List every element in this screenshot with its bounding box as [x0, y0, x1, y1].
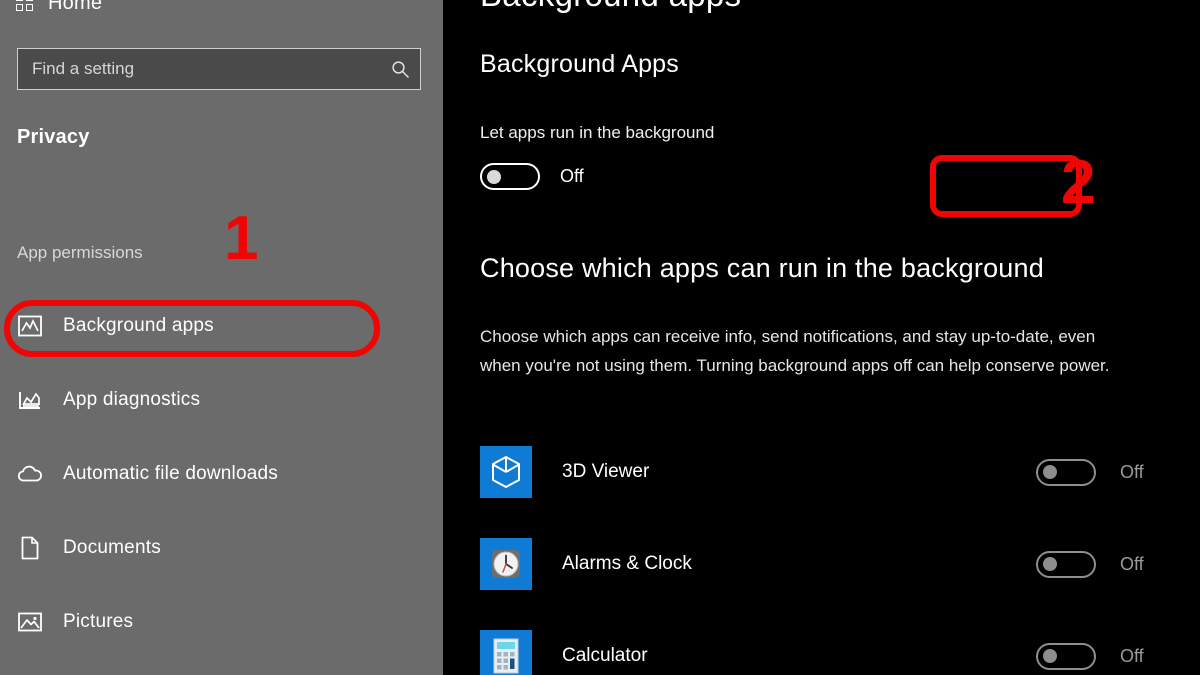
- app-toggle-state: Off: [1120, 461, 1144, 482]
- app-name: 3D Viewer: [562, 461, 650, 482]
- app-toggle-switch[interactable]: [1036, 550, 1096, 578]
- main-content: Background apps Background Apps Let apps…: [443, 0, 1200, 675]
- sidebar: Home Privacy App permissions: [0, 0, 443, 675]
- app-name: Calculator: [562, 645, 648, 666]
- annotation-number-2: 2: [1061, 148, 1096, 217]
- document-icon: [17, 535, 43, 561]
- calculator-icon: [480, 630, 532, 675]
- sidebar-item-label: Pictures: [63, 611, 134, 632]
- app-list: 3D Viewer Off Alarms & Clock Off Calcula…: [480, 438, 1160, 675]
- search-box[interactable]: [17, 48, 421, 90]
- app-list-item: Alarms & Clock Off: [480, 530, 1160, 598]
- sidebar-item-background-apps[interactable]: Background apps: [0, 300, 443, 352]
- sidebar-item-label: Background apps: [63, 315, 214, 336]
- sidebar-item-label: App diagnostics: [63, 389, 201, 410]
- choose-apps-heading: Choose which apps can run in the backgro…: [480, 253, 1044, 283]
- app-toggle-state: Off: [1120, 553, 1144, 574]
- sidebar-item-app-diagnostics[interactable]: App diagnostics: [0, 374, 443, 426]
- cloud-icon: [17, 461, 43, 487]
- sidebar-nav: Background apps App diagnostics Automati…: [0, 300, 443, 648]
- app-toggle-switch[interactable]: [1036, 458, 1096, 486]
- settings-window: Home Privacy App permissions: [0, 0, 1200, 675]
- home-nav-item[interactable]: Home: [16, 0, 102, 20]
- sidebar-item-label: Automatic file downloads: [63, 463, 278, 484]
- home-label: Home: [48, 0, 103, 14]
- master-toggle-state: Off: [560, 166, 584, 186]
- cube-icon: [480, 446, 532, 498]
- sidebar-item-label: Documents: [63, 537, 161, 558]
- app-list-item: Calculator Off: [480, 622, 1160, 675]
- master-toggle-row: Off: [480, 163, 584, 190]
- sidebar-item-pictures[interactable]: Pictures: [0, 596, 443, 648]
- search-input[interactable]: [18, 49, 380, 89]
- sidebar-item-documents[interactable]: Documents: [0, 522, 443, 574]
- page-section-title: Privacy: [17, 126, 90, 148]
- annotation-box-step-2: [930, 155, 1082, 217]
- home-icon: [16, 0, 34, 12]
- master-toggle-label: Let apps run in the background: [480, 123, 715, 142]
- toggle-knob: [487, 169, 501, 184]
- image-icon: [17, 609, 43, 635]
- app-name: Alarms & Clock: [562, 553, 692, 574]
- annotation-number-1: 1: [224, 204, 259, 273]
- app-toggle-switch[interactable]: [1036, 642, 1096, 670]
- chart-icon: [17, 387, 43, 413]
- master-toggle-switch[interactable]: [480, 163, 540, 190]
- sidebar-group-label: App permissions: [17, 243, 143, 262]
- app-toggle-state: Off: [1120, 645, 1144, 666]
- app-list-item: 3D Viewer Off: [480, 438, 1160, 506]
- picture-frame-icon: [17, 313, 43, 339]
- toggle-knob: [1043, 557, 1057, 571]
- toggle-knob: [1043, 649, 1057, 663]
- search-icon[interactable]: [380, 49, 420, 89]
- clock-icon: [480, 538, 532, 590]
- toggle-knob: [1043, 465, 1057, 479]
- section-heading: Background Apps: [480, 50, 679, 78]
- sidebar-item-automatic-file-downloads[interactable]: Automatic file downloads: [0, 448, 443, 500]
- page-title: Background apps: [480, 0, 741, 14]
- choose-apps-description: Choose which apps can receive info, send…: [480, 327, 1110, 375]
